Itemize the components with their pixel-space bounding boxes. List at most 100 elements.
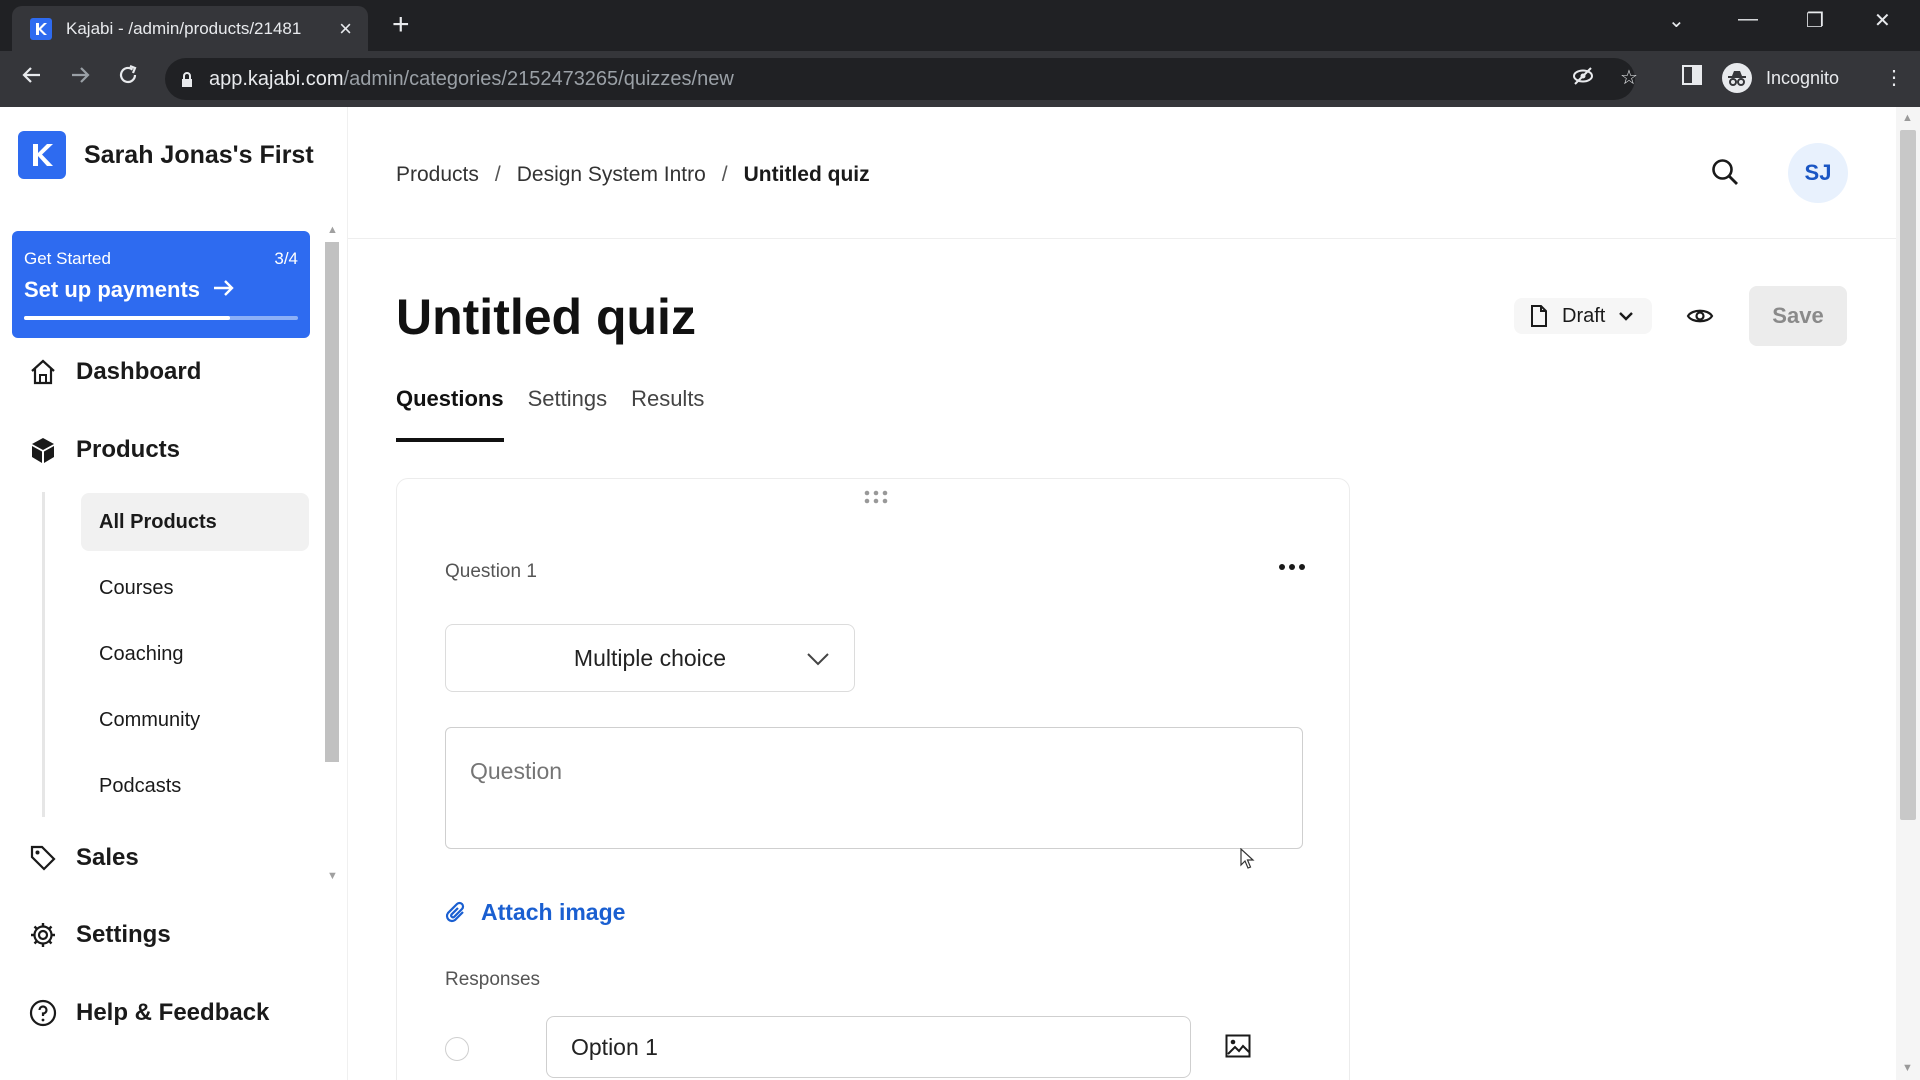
- browser-menu-icon[interactable]: ⋮: [1884, 65, 1904, 90]
- nav-dashboard-label: Dashboard: [76, 358, 202, 385]
- nav-sales[interactable]: Sales: [28, 843, 139, 873]
- back-icon[interactable]: [20, 63, 44, 95]
- more-options-icon[interactable]: [1277, 557, 1307, 577]
- attach-image-label: Attach image: [481, 899, 626, 925]
- arrow-right-icon: [212, 277, 236, 303]
- save-button[interactable]: Save: [1749, 286, 1847, 346]
- page-scroll-up-icon[interactable]: ▲: [1902, 112, 1913, 124]
- restore-icon[interactable]: ❐: [1806, 8, 1824, 33]
- sidebar-item-all-products[interactable]: All Products: [81, 493, 309, 551]
- minimize-icon[interactable]: —: [1738, 8, 1758, 31]
- nav-settings[interactable]: Settings: [28, 920, 171, 950]
- nav-sales-label: Sales: [76, 844, 139, 871]
- app-header: Products / Design System Intro / Untitle…: [348, 107, 1896, 239]
- breadcrumb-products[interactable]: Products: [396, 163, 479, 187]
- question-label: Question 1: [445, 561, 537, 582]
- nav-products-label: Products: [76, 436, 181, 463]
- tab-questions[interactable]: Questions: [396, 386, 504, 442]
- get-started-card[interactable]: Get Started 3/4 Set up payments: [12, 231, 310, 338]
- get-started-progress-bar: [24, 316, 298, 320]
- get-started-progress: 3/4: [274, 249, 298, 268]
- home-icon: [28, 357, 58, 387]
- breadcrumb-separator: /: [494, 163, 501, 186]
- breadcrumb: Products / Design System Intro / Untitle…: [396, 163, 870, 187]
- question-card: Question 1 Multiple choice Attach image …: [396, 478, 1350, 1080]
- drag-handle-icon[interactable]: [863, 489, 889, 505]
- avatar[interactable]: SJ: [1788, 143, 1848, 203]
- tracking-blocked-icon[interactable]: [1572, 65, 1594, 93]
- kajabi-favicon-icon: [30, 17, 52, 40]
- url-text: app.kajabi.com/admin/categories/21524732…: [209, 68, 734, 91]
- search-icon[interactable]: [1710, 157, 1742, 189]
- get-started-title: Set up payments: [24, 277, 201, 302]
- nav-settings-label: Settings: [76, 921, 171, 948]
- box-icon: [28, 435, 58, 465]
- tab-results[interactable]: Results: [631, 386, 704, 442]
- question-input[interactable]: [445, 727, 1303, 849]
- tag-icon: [28, 843, 58, 873]
- tab-search-icon[interactable]: ⌄: [1668, 8, 1685, 33]
- forward-icon[interactable]: [68, 63, 92, 95]
- close-window-icon[interactable]: ✕: [1874, 8, 1891, 33]
- browser-tab[interactable]: Kajabi - /admin/products/21481 ×: [12, 6, 368, 51]
- question-type-value: Multiple choice: [573, 644, 727, 671]
- breadcrumb-design-system-intro[interactable]: Design System Intro: [517, 163, 706, 187]
- responses-label: Responses: [445, 969, 541, 990]
- sidebar-item-coaching[interactable]: Coaching: [81, 625, 309, 683]
- address-bar[interactable]: app.kajabi.com/admin/categories/21524732…: [165, 58, 1635, 100]
- get-started-progress-fill: [24, 316, 230, 320]
- brand[interactable]: Sarah Jonas's First: [18, 131, 314, 179]
- nav-products[interactable]: Products: [28, 435, 180, 465]
- tab-close-icon[interactable]: ×: [339, 17, 352, 40]
- subnav-divider: [42, 492, 45, 817]
- status-dropdown[interactable]: Draft: [1514, 298, 1652, 334]
- sidebar-scroll-up-icon[interactable]: ▲: [327, 224, 338, 236]
- option-1-radio[interactable]: [445, 1037, 469, 1061]
- paperclip-icon: [445, 901, 467, 925]
- browser-toolbar: app.kajabi.com/admin/categories/21524732…: [0, 51, 1920, 107]
- incognito-label: Incognito: [1766, 67, 1840, 88]
- quiz-tabs: Questions Settings Results: [396, 386, 728, 442]
- nav-help-label: Help & Feedback: [76, 999, 270, 1026]
- mouse-cursor-icon: [1240, 847, 1256, 875]
- browser-tabstrip: Kajabi - /admin/products/21481 × + ⌄ — ❐…: [0, 0, 1920, 51]
- sidebar-item-community[interactable]: Community: [81, 691, 309, 749]
- sidebar-item-podcasts[interactable]: Podcasts: [81, 757, 309, 815]
- sidebar-scroll-down-icon[interactable]: ▼: [327, 870, 338, 882]
- side-panel-icon[interactable]: [1682, 65, 1702, 91]
- nav-dashboard[interactable]: Dashboard: [28, 357, 201, 387]
- nav-help[interactable]: Help & Feedback: [28, 998, 269, 1028]
- image-icon[interactable]: [1225, 1034, 1253, 1060]
- sidebar-item-courses[interactable]: Courses: [81, 559, 309, 617]
- bookmark-star-icon[interactable]: ☆: [1620, 65, 1638, 90]
- preview-eye-icon[interactable]: [1686, 302, 1716, 332]
- help-icon: [28, 998, 58, 1028]
- new-tab-icon[interactable]: +: [392, 10, 410, 40]
- tab-settings[interactable]: Settings: [528, 386, 608, 442]
- chevron-down-icon: [806, 647, 830, 677]
- page-title: Untitled quiz: [396, 289, 696, 345]
- reload-icon[interactable]: [116, 63, 140, 95]
- document-icon: [1530, 305, 1548, 327]
- incognito-icon: [1722, 63, 1752, 93]
- breadcrumb-separator: /: [721, 163, 728, 186]
- page-scroll-down-icon[interactable]: ▼: [1902, 1062, 1913, 1074]
- lock-icon: [181, 72, 193, 87]
- breadcrumb-current: Untitled quiz: [743, 163, 870, 186]
- url-path: /admin/categories/2152473265/quizzes/new: [343, 67, 734, 90]
- status-label: Draft: [1562, 304, 1606, 327]
- question-type-select[interactable]: Multiple choice: [445, 624, 855, 692]
- sidebar: Sarah Jonas's First Get Started 3/4 Set …: [0, 107, 348, 1080]
- option-1-input[interactable]: [546, 1016, 1191, 1078]
- url-domain: app.kajabi.com: [209, 67, 344, 90]
- tab-title: Kajabi - /admin/products/21481: [66, 18, 302, 38]
- chevron-down-icon: [1619, 311, 1634, 321]
- sidebar-scrollbar[interactable]: [325, 242, 339, 762]
- attach-image-link[interactable]: Attach image: [445, 899, 625, 926]
- page-scrollbar-thumb[interactable]: [1900, 130, 1916, 820]
- site-name: Sarah Jonas's First: [84, 140, 314, 169]
- kajabi-logo-icon: [18, 131, 66, 179]
- get-started-label: Get Started: [24, 249, 111, 268]
- gear-icon: [28, 920, 58, 950]
- incognito-profile[interactable]: Incognito: [1722, 58, 1839, 98]
